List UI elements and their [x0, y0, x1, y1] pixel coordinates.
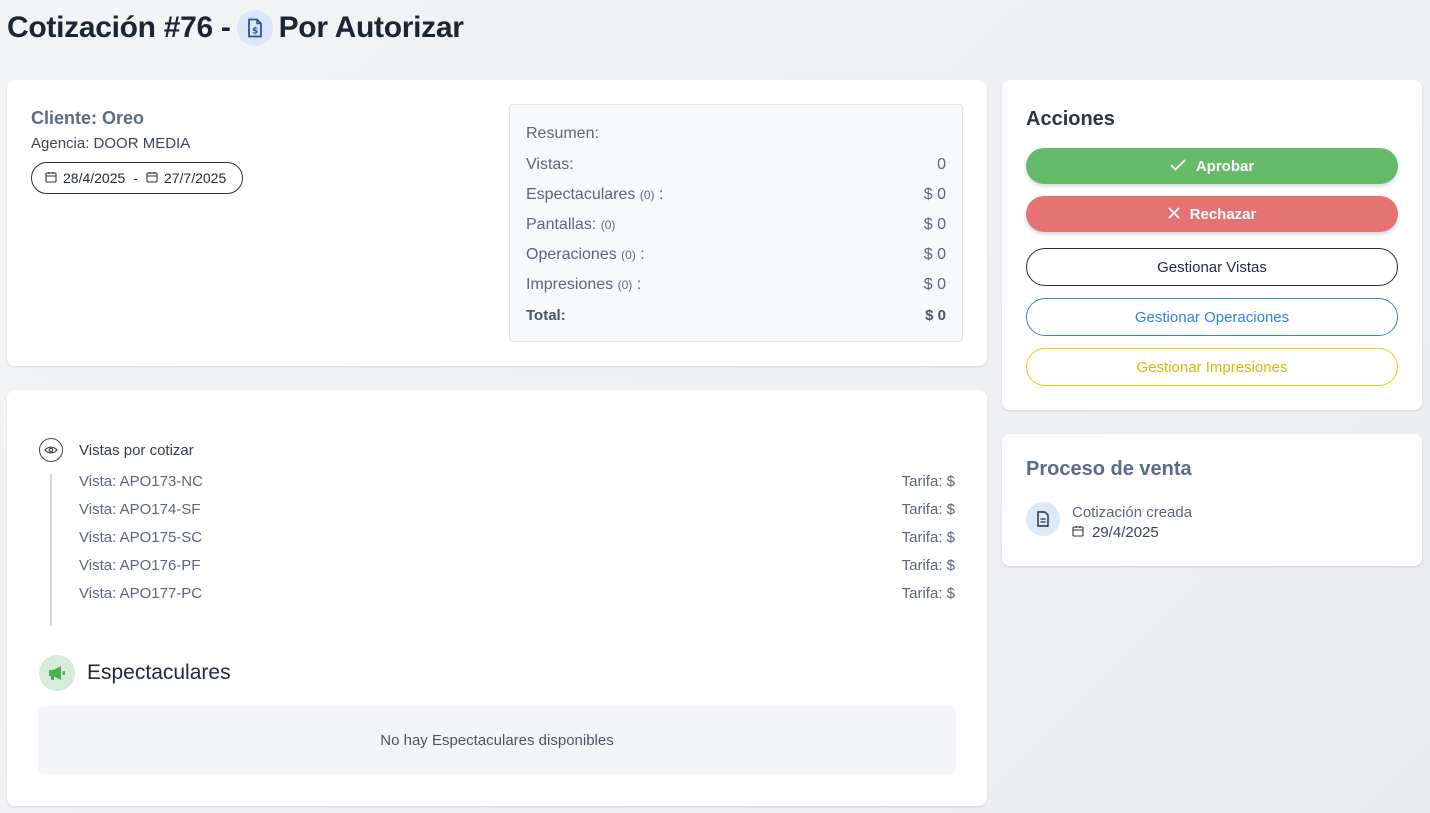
summary-row: Operaciones (0) : $ 0: [526, 244, 946, 266]
document-icon: [1026, 502, 1060, 536]
actions-card: Acciones Aprobar Rechazar Gestionar Vist…: [1002, 80, 1422, 410]
summary-value: $ 0: [923, 276, 946, 293]
view-row: Vista: APO174-SF Tarifa: $: [79, 498, 955, 520]
espectaculares-title: Espectaculares: [87, 661, 231, 684]
date-end: 27/7/2025: [163, 170, 227, 186]
summary-label: Vistas:: [526, 156, 574, 173]
eye-refresh-icon: [39, 438, 63, 462]
summary-value: $ 0: [923, 186, 946, 203]
approve-label: Aprobar: [1195, 157, 1255, 175]
megaphone-icon: [39, 655, 75, 691]
approve-button[interactable]: Aprobar: [1026, 148, 1398, 184]
close-icon: [1168, 206, 1180, 223]
sales-process-title: Proceso de venta: [1026, 458, 1192, 480]
svg-text:$: $: [252, 27, 258, 37]
views-timeline-line: [50, 474, 52, 626]
summary-title: Resumen:: [526, 125, 599, 142]
summary-row: Espectaculares (0) : $ 0: [526, 184, 946, 206]
status-badge: Por Autorizar: [278, 11, 464, 44]
check-icon: [1170, 158, 1186, 175]
client-card: Cliente: Oreo Agencia: DOOR MEDIA 28/4/2…: [7, 80, 987, 366]
view-name: Vista: APO177-PC: [79, 584, 203, 602]
view-row: Vista: APO177-PC Tarifa: $: [79, 582, 955, 604]
reject-label: Rechazar: [1189, 205, 1257, 223]
summary-total-label: Total:: [526, 306, 566, 324]
page-title-text: Cotización #76 -: [7, 11, 231, 44]
date-separator: -: [133, 170, 138, 186]
summary-total-row: Total: $ 0: [526, 304, 946, 326]
espectaculares-empty-state: No hay Espectaculares disponibles: [38, 706, 956, 774]
view-row: Vista: APO176-PF Tarifa: $: [79, 554, 955, 576]
manage-operations-button[interactable]: Gestionar Operaciones: [1026, 298, 1398, 336]
view-name: Vista: APO173-NC: [79, 472, 203, 490]
summary-label: Pantallas: (0): [526, 216, 616, 233]
summary-row: Pantallas: (0) $ 0: [526, 214, 946, 236]
calendar-icon: [45, 170, 57, 186]
date-start: 28/4/2025: [63, 170, 126, 186]
summary-label: Impresiones (0) :: [526, 276, 642, 293]
summary-value: $ 0: [923, 216, 946, 233]
summary-value: $ 0: [923, 246, 946, 263]
dollar-document-icon: $: [236, 10, 273, 46]
manage-prints-button[interactable]: Gestionar Impresiones: [1026, 348, 1398, 386]
view-rate: Tarifa: $: [901, 584, 955, 602]
views-card: Vistas por cotizar Vista: APO173-NC Tari…: [7, 390, 987, 806]
summary-label: Espectaculares (0) :: [526, 186, 664, 203]
view-rate: Tarifa: $: [901, 556, 955, 574]
reject-button[interactable]: Rechazar: [1026, 196, 1398, 232]
calendar-icon: [1072, 524, 1084, 541]
summary-label: Operaciones (0) :: [526, 246, 645, 263]
manage-views-button[interactable]: Gestionar Vistas: [1026, 248, 1398, 286]
view-row: Vista: APO175-SC Tarifa: $: [79, 526, 955, 548]
summary-panel: Resumen: Vistas: 0 Espectaculares (0) : …: [509, 104, 963, 342]
date-range: 28/4/2025 - 27/7/2025: [31, 162, 243, 194]
view-name: Vista: APO175-SC: [79, 528, 203, 546]
views-header: Vistas por cotizar: [39, 438, 194, 462]
views-title: Vistas por cotizar: [79, 441, 194, 459]
process-date-text: 29/4/2025: [1092, 524, 1159, 541]
view-rate: Tarifa: $: [901, 472, 955, 490]
view-name: Vista: APO176-PF: [79, 556, 201, 574]
summary-row: Impresiones (0) : $ 0: [526, 274, 946, 296]
view-row: Vista: APO173-NC Tarifa: $: [79, 470, 955, 492]
summary-value: 0: [937, 156, 946, 173]
summary-total-value: $ 0: [925, 306, 946, 324]
view-name: Vista: APO174-SF: [79, 500, 201, 518]
calendar-icon: [146, 170, 158, 186]
process-step-date: 29/4/2025: [1072, 524, 1159, 541]
client-name: Cliente: Oreo: [31, 108, 145, 128]
actions-title: Acciones: [1026, 108, 1115, 130]
view-rate: Tarifa: $: [901, 528, 955, 546]
sales-process-card: Proceso de venta Cotización creada 29/4/…: [1002, 434, 1422, 566]
summary-row: Vistas: 0: [526, 154, 946, 176]
view-rate: Tarifa: $: [901, 500, 955, 518]
agency-name: Agencia: DOOR MEDIA: [31, 135, 191, 152]
espectaculares-header: Espectaculares: [39, 655, 231, 691]
process-step-label: Cotización creada: [1072, 504, 1193, 521]
page-title: Cotización #76 - $ Por Autorizar: [7, 8, 464, 48]
